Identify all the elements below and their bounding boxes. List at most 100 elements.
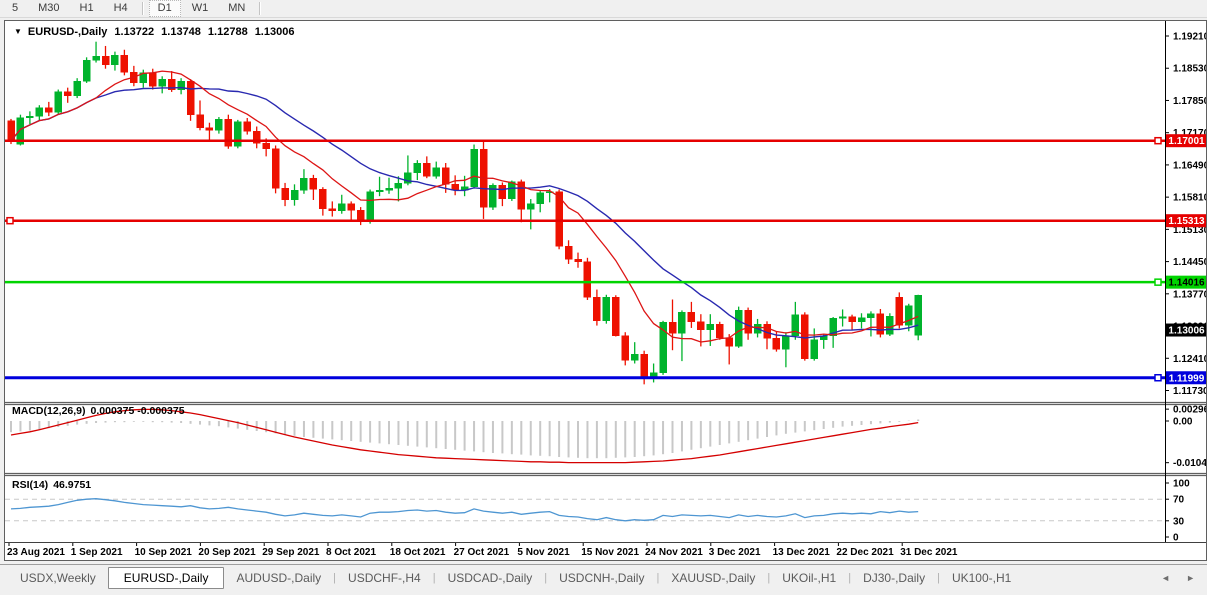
macd-indicator-name: MACD(12,26,9): [12, 405, 86, 417]
candle-bullish: [508, 182, 515, 199]
candle-bearish: [423, 163, 430, 176]
tab-scroll-right-icon[interactable]: ►: [1186, 573, 1195, 583]
candle-bearish: [244, 122, 251, 131]
candle-bullish: [782, 336, 789, 349]
chart-tab-uk100-h1[interactable]: UK100-,H1: [940, 568, 1023, 588]
timeframe-button-m30[interactable]: M30: [29, 0, 68, 17]
date-tick-label: 27 Oct 2021: [454, 547, 510, 558]
date-tick-label: 10 Sep 2021: [135, 547, 193, 558]
candle-bullish: [338, 204, 345, 211]
candle-bullish: [527, 204, 534, 210]
rsi-tick-label: 0: [1173, 533, 1179, 544]
timeframe-toolbar: 5M30H1H4 D1W1MN: [0, 0, 1207, 18]
timeframe-button-h4[interactable]: H4: [105, 0, 137, 17]
level-handle-1.15313[interactable]: [7, 218, 13, 224]
current-price-badge-label: 1.13006: [1168, 326, 1205, 337]
chart-tab-usdcnh-daily[interactable]: USDCNH-,Daily: [547, 568, 656, 588]
date-tick-label: 13 Dec 2021: [773, 547, 831, 558]
candle-bearish: [697, 322, 704, 330]
candle-bearish: [565, 246, 572, 259]
candle-bearish: [669, 322, 676, 333]
candle-bearish: [121, 55, 128, 72]
candle-bearish: [641, 354, 648, 378]
tab-scroll-left-icon[interactable]: ◄: [1161, 573, 1170, 583]
collapse-triangle-icon[interactable]: ▼: [14, 27, 22, 36]
candle-bearish: [593, 297, 600, 321]
date-tick-label: 3 Dec 2021: [709, 547, 761, 558]
date-tick-label: 22 Dec 2021: [836, 547, 894, 558]
rsi-tick-label: 100: [1173, 479, 1190, 490]
date-tick-label: 29 Sep 2021: [262, 547, 320, 558]
candle-bullish: [36, 108, 43, 117]
candle-bullish: [83, 60, 90, 81]
candle-bearish: [716, 324, 723, 338]
chart-tab-eurusd-daily[interactable]: EURUSD-,Daily: [108, 567, 225, 589]
price-tick-label: 1.19210: [1173, 32, 1206, 43]
chart-tab-usdcad-daily[interactable]: USDCAD-,Daily: [436, 568, 545, 588]
timeframe-button-d1[interactable]: D1: [149, 0, 181, 17]
candle-bearish: [849, 317, 856, 322]
timeframe-button-h1[interactable]: H1: [71, 0, 103, 17]
level-1.17001-badge-label: 1.17001: [1168, 136, 1205, 147]
candle-bullish: [867, 314, 874, 318]
candle-bearish: [348, 204, 355, 211]
ma-slow-blue-line: [11, 88, 918, 338]
chart-canvas[interactable]: 1.192101.185301.178501.171701.164901.158…: [5, 21, 1206, 560]
level-handle-1.11999[interactable]: [1155, 375, 1161, 381]
macd-indicator-values: 0.000375 -0.000375: [91, 405, 185, 417]
chart-tab-xauusd-daily[interactable]: XAUUSD-,Daily: [659, 568, 767, 588]
chart-tab-dj30-daily[interactable]: DJ30-,Daily: [851, 568, 937, 588]
candle-bearish: [149, 73, 156, 86]
candle-bearish: [263, 143, 270, 149]
candle-bullish: [386, 188, 393, 190]
candle-bullish: [159, 79, 166, 86]
chart-title: ▼ EURUSD-,Daily 1.13722 1.13748 1.12788 …: [14, 26, 301, 38]
candle-bullish: [915, 295, 922, 335]
candle-bullish: [215, 119, 222, 130]
candle-bearish: [584, 262, 591, 298]
chart-tab-audusd-daily[interactable]: AUDUSD-,Daily: [224, 568, 333, 588]
macd-tick-label: 0.002966: [1173, 405, 1206, 416]
toolbar-separator: [259, 2, 261, 15]
price-tick-label: 1.16490: [1173, 160, 1206, 171]
candle-bullish: [631, 354, 638, 360]
ma-fast-red-line: [11, 71, 918, 342]
level-1.15313-badge-label: 1.15313: [1168, 216, 1205, 227]
candle-bearish: [622, 336, 629, 361]
candle-bearish: [745, 310, 752, 333]
candle-bearish: [499, 185, 506, 198]
toolbar-separator: [142, 2, 144, 15]
ohlc-high: 1.13748: [161, 26, 201, 38]
candle-bullish: [300, 178, 307, 190]
date-tick-label: 5 Nov 2021: [517, 547, 570, 558]
candle-bullish: [678, 312, 685, 333]
macd-tick-label: -0.01042: [1173, 458, 1206, 469]
date-tick-label: 8 Oct 2021: [326, 547, 376, 558]
candle-bullish: [707, 324, 714, 330]
price-tick-label: 1.12410: [1173, 354, 1206, 365]
candle-bearish: [319, 189, 326, 209]
candle-bearish: [442, 168, 449, 185]
ohlc-open: 1.13722: [114, 26, 154, 38]
candle-bearish: [310, 178, 317, 189]
chart-tab-usdchf-h4[interactable]: USDCHF-,H4: [336, 568, 433, 588]
date-tick-label: 24 Nov 2021: [645, 547, 703, 558]
candle-bullish: [886, 316, 893, 334]
timeframe-button-w1[interactable]: W1: [183, 0, 218, 17]
chart-tab-usdx-weekly[interactable]: USDX,Weekly: [8, 568, 108, 588]
timeframe-button-5[interactable]: 5: [3, 0, 27, 17]
level-handle-1.14016[interactable]: [1155, 279, 1161, 285]
level-1.14016-badge-label: 1.14016: [1168, 278, 1205, 289]
candle-bullish: [905, 306, 912, 325]
candle-bearish: [877, 314, 884, 334]
price-tick-label: 1.15810: [1173, 193, 1206, 204]
timeframe-button-mn[interactable]: MN: [219, 0, 254, 17]
level-handle-1.17001[interactable]: [1155, 138, 1161, 144]
macd-tick-label: 0.00: [1173, 417, 1193, 428]
candle-bullish: [234, 122, 241, 147]
chart-window[interactable]: 1.192101.185301.178501.171701.164901.158…: [4, 20, 1207, 561]
chart-tab-ukoil-h1[interactable]: UKOil-,H1: [770, 568, 848, 588]
candle-bullish: [414, 163, 421, 172]
candle-bullish: [735, 310, 742, 346]
rsi-indicator-value: 46.9751: [53, 479, 91, 491]
